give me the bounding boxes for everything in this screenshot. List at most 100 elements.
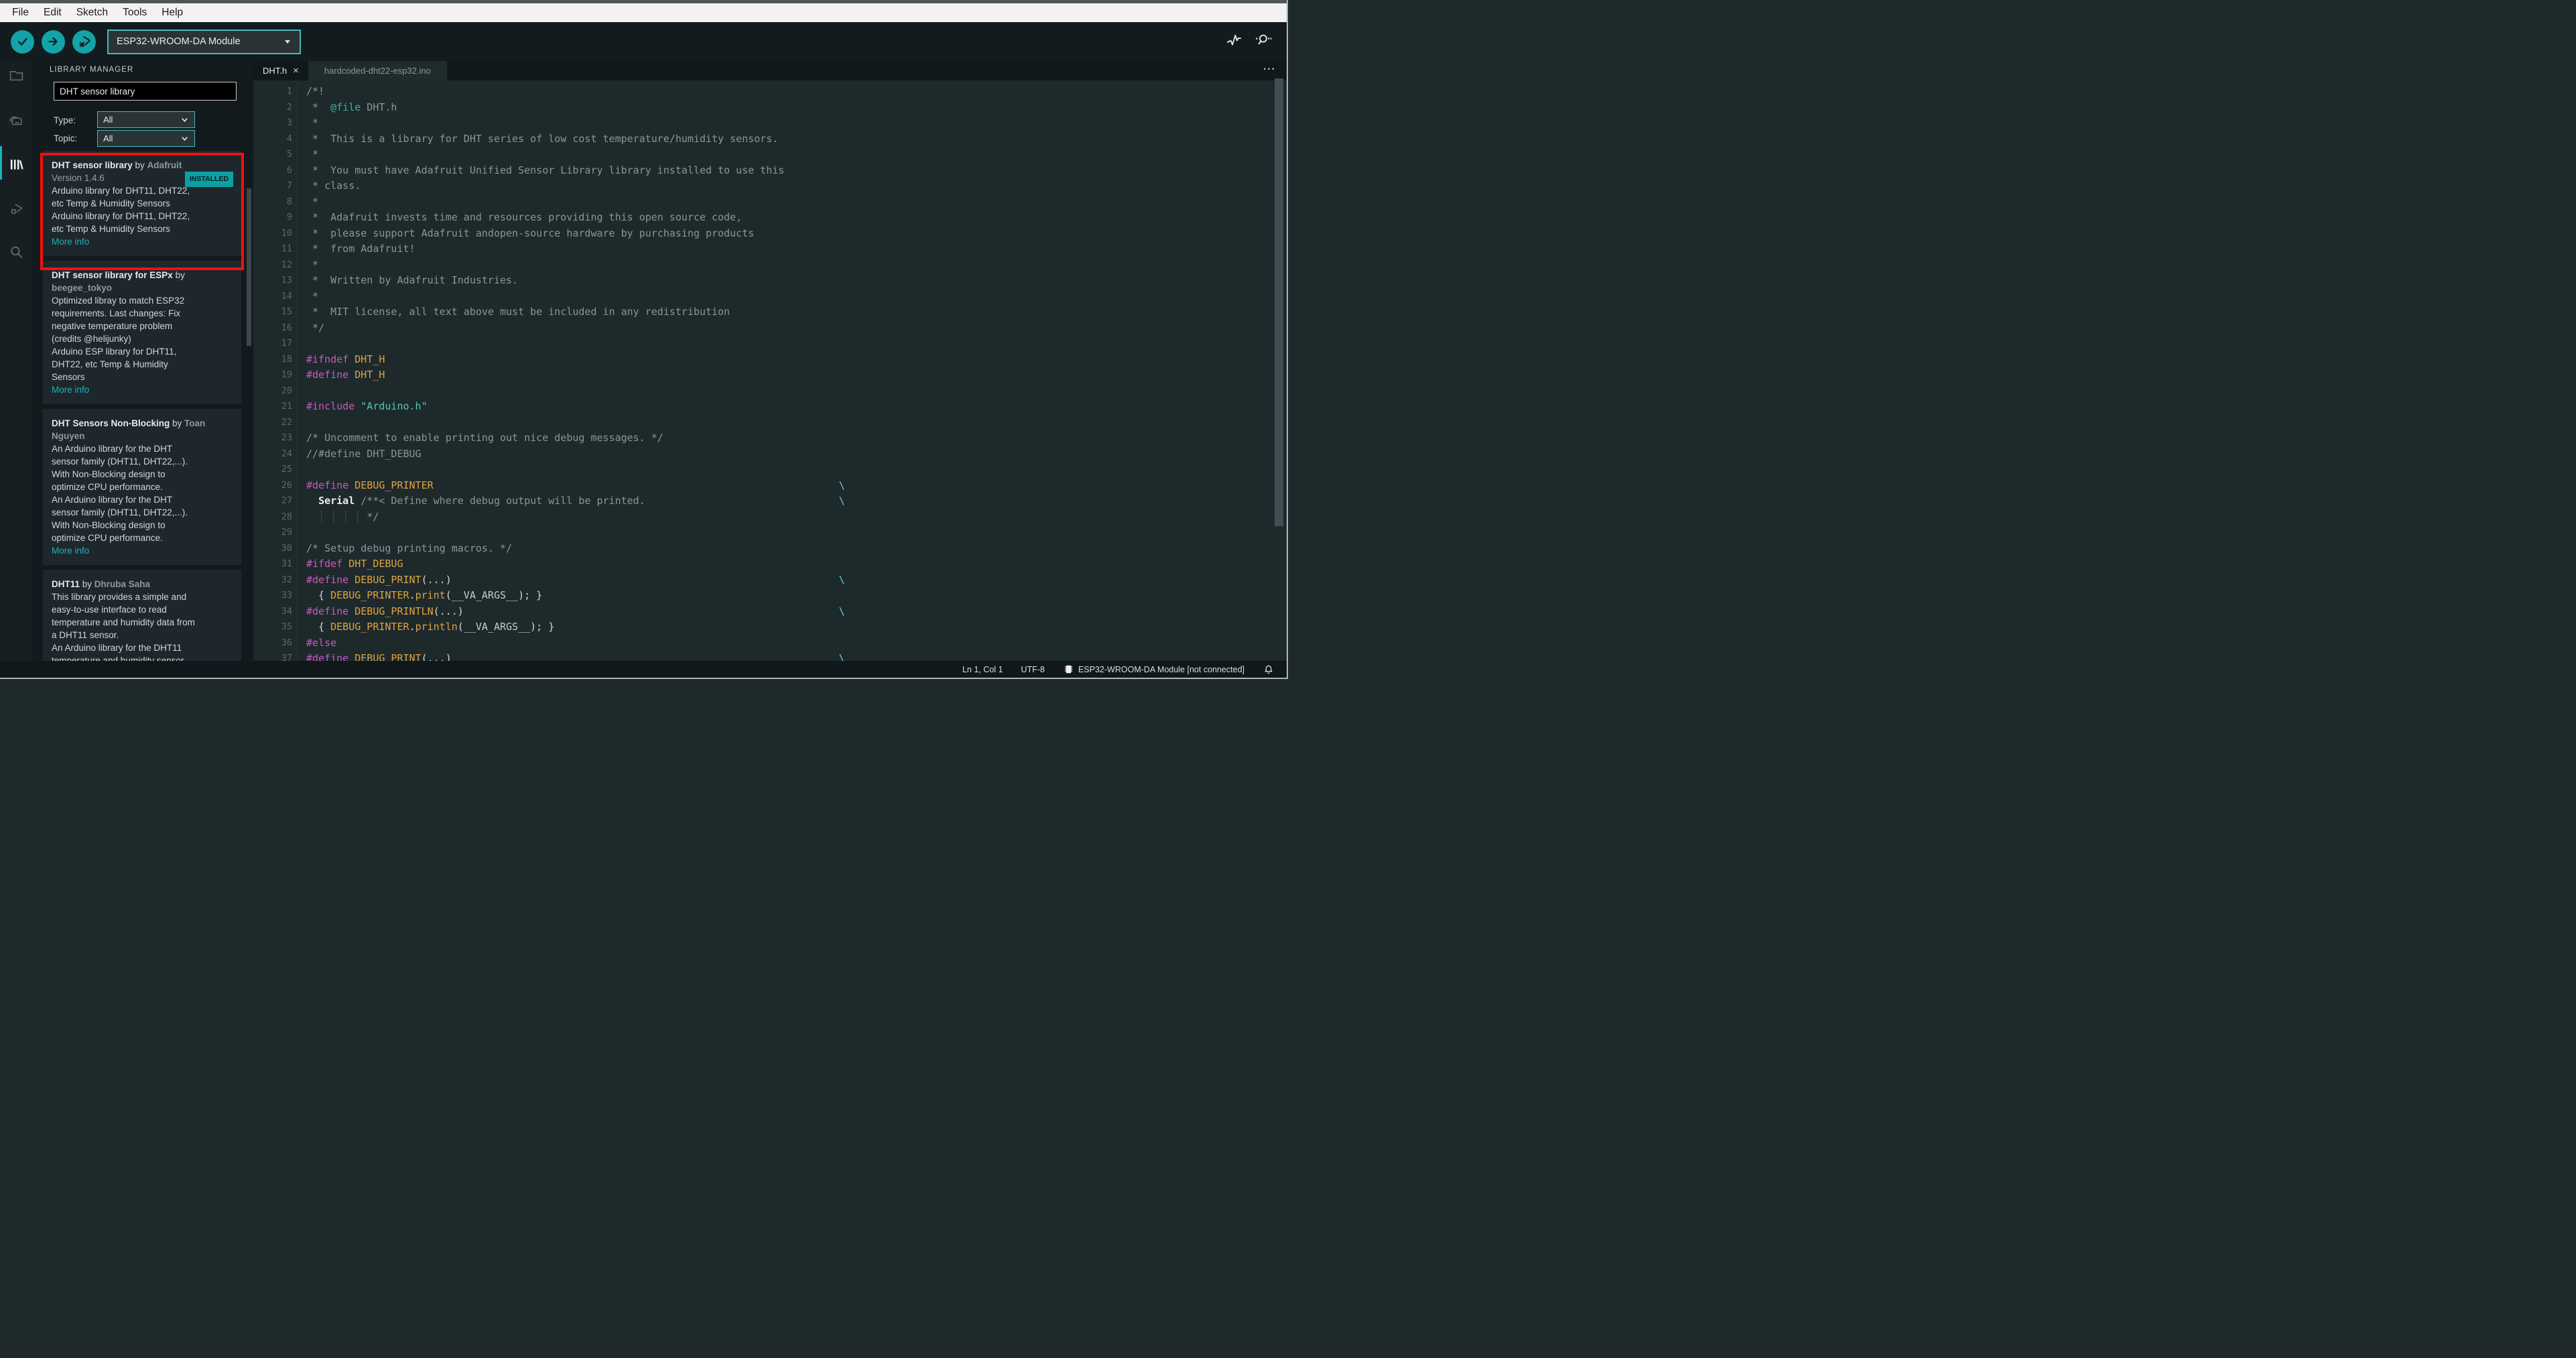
sidebar-item-boards-manager[interactable]	[0, 111, 32, 131]
code-line: 2 * @file DHT.h	[253, 99, 1287, 115]
line-number: 22	[281, 416, 292, 428]
code-line: 19 #define DHT_H	[253, 367, 1287, 383]
code-line: 35 { DEBUG_PRINTER.println(__VA_ARGS__);…	[253, 619, 1287, 635]
line-number: 4	[286, 133, 292, 144]
code-line-content: #define DEBUG_PRINT(...) \	[297, 651, 845, 661]
code-line-content: * from Adafruit!	[297, 241, 415, 257]
more-info-link[interactable]: More info	[52, 544, 233, 557]
library-results-list: DHT sensor library by Adafruit Version 1.…	[32, 151, 253, 661]
tab-overflow-menu[interactable]: ⋯	[1263, 62, 1276, 77]
line-number: 7	[286, 180, 292, 191]
line-number: 5	[286, 149, 292, 160]
code-line-content: #define DEBUG_PRINTER \	[297, 477, 845, 493]
line-number: 18	[281, 353, 292, 365]
library-description-line: With Non-Blocking design to	[52, 469, 166, 479]
code-line-content: *	[297, 257, 318, 273]
sidebar-item-sketchbook[interactable]	[0, 65, 32, 85]
line-number: 36	[281, 637, 292, 648]
serial-monitor-icon	[1254, 31, 1272, 49]
menu-item-tools[interactable]: Tools	[116, 7, 153, 19]
library-list-scrollbar[interactable]	[247, 188, 251, 346]
library-card[interactable]: DHT11 by Dhruba Saha This library provide…	[43, 570, 241, 661]
menu-bar: File Edit Sketch Tools Help	[0, 3, 1287, 22]
editor-tab-dht-h[interactable]: DHT.h ×	[253, 61, 308, 80]
code-line: 16 */	[253, 320, 1287, 336]
code-line: 17	[253, 336, 1287, 352]
tab-close-icon[interactable]: ×	[293, 65, 299, 76]
code-line-content	[297, 414, 306, 430]
line-number: 19	[281, 369, 292, 380]
arduino-ide-window: { "menubar": {"items": ["File", "Edit", …	[0, 0, 1288, 679]
editor-tab-hardcoded-dht22-esp32-ino[interactable]: hardcoded-dht22-esp32.ino	[308, 61, 447, 80]
menu-item-sketch[interactable]: Sketch	[70, 7, 115, 19]
code-line: 22	[253, 414, 1287, 430]
filter-select-topic[interactable]: All	[97, 130, 195, 147]
code-line-content: /* Uncomment to enable printing out nice…	[297, 430, 663, 446]
library-description-line: Arduino ESP library for DHT11,	[52, 347, 177, 357]
code-line: 33 { DEBUG_PRINTER.print(__VA_ARGS__); }	[253, 588, 1287, 604]
code-line-content: * @file DHT.h	[297, 99, 397, 115]
line-number: 26	[281, 479, 292, 491]
code-line-content: │ │ │ │ */	[297, 509, 379, 525]
code-line-content: *	[297, 115, 318, 131]
library-description-line: negative temperature problem	[52, 321, 173, 331]
library-description-line: a DHT11 sensor.	[52, 630, 119, 640]
code-line-content	[297, 336, 306, 352]
line-number: 34	[281, 605, 292, 617]
debug-button[interactable]	[72, 29, 96, 54]
menu-item-file[interactable]: File	[5, 7, 36, 19]
library-description-line: temperature and humidity sensor	[52, 656, 184, 661]
code-line: 27 Serial /**< Define where debug output…	[253, 493, 1287, 509]
sidebar-item-search[interactable]	[0, 242, 32, 262]
code-line: 26 #define DEBUG_PRINTER \	[253, 477, 1287, 493]
code-line-content: #define DEBUG_PRINT(...) \	[297, 572, 845, 588]
code-line: 12 *	[253, 257, 1287, 273]
serial-monitor-button[interactable]	[1254, 31, 1272, 52]
code-line: 7 * class.	[253, 178, 1287, 194]
code-line-content: Serial /**< Define where debug output wi…	[297, 493, 845, 509]
menu-item-help[interactable]: Help	[155, 7, 190, 19]
filter-select-type[interactable]: All	[97, 111, 195, 128]
code-line-content: *	[297, 147, 318, 163]
sidebar-item-debugger[interactable]	[0, 198, 32, 219]
code-line-content: * MIT license, all text above must be in…	[297, 304, 730, 320]
filter-value: All	[103, 115, 113, 125]
select-chevron-icon	[180, 115, 189, 124]
library-manager-panel: LIBRARY MANAGER Type: All Topic: All DHT se…	[32, 61, 253, 661]
editor-area: DHT.h × hardcoded-dht22-esp32.ino ⋯ 1/*! 2 *…	[253, 61, 1287, 661]
code-line-content: { DEBUG_PRINTER.println(__VA_ARGS__); }	[297, 619, 554, 635]
line-number: 16	[281, 322, 292, 333]
upload-button[interactable]	[42, 29, 65, 54]
line-number: 33	[281, 590, 292, 601]
serial-plotter-icon	[1225, 31, 1243, 49]
editor-scrollbar[interactable]	[1275, 78, 1283, 526]
library-card-title: DHT11 by Dhruba Saha	[52, 579, 151, 589]
library-card[interactable]: DHT sensor library for ESPx by beegee_to…	[43, 261, 241, 404]
board-status[interactable]: ESP32-WROOM-DA Module [not connected]	[1063, 664, 1244, 675]
code-line-content: * You must have Adafruit Unified Sensor …	[297, 162, 784, 178]
code-line-content: *	[297, 288, 318, 304]
code-line: 25	[253, 462, 1287, 478]
menu-item-edit[interactable]: Edit	[37, 7, 68, 19]
sidebar-item-library-manager[interactable]	[0, 154, 32, 174]
verify-button[interactable]	[11, 29, 34, 54]
library-description-line: (credits @helijunky)	[52, 334, 131, 344]
library-search-input[interactable]	[54, 82, 237, 101]
line-number: 21	[281, 401, 292, 412]
library-card[interactable]: DHT Sensors Non-Blocking by Toan Nguyen A…	[43, 409, 241, 565]
line-number: 27	[281, 495, 292, 506]
boards-manager-icon	[8, 113, 25, 129]
serial-plotter-button[interactable]	[1225, 31, 1243, 52]
code-line-content: * please support Adafruit andopen-source…	[297, 225, 754, 241]
board-selector-dropdown[interactable]: ESP32-WROOM-DA Module	[107, 29, 301, 54]
code-editor[interactable]: 1/*! 2 * @file DHT.h 3 * 4 * This is a libr…	[253, 80, 1287, 661]
editor-tab-bar: DHT.h × hardcoded-dht22-esp32.ino ⋯	[253, 61, 1287, 80]
verify-icon	[15, 34, 30, 49]
code-line-content: /* Setup debug printing macros. */	[297, 540, 512, 556]
line-number: 31	[281, 558, 292, 569]
notification-bell-icon[interactable]	[1263, 664, 1275, 676]
code-line: 13 * Written by Adafruit Industries.	[253, 273, 1287, 289]
code-line: 20	[253, 383, 1287, 399]
code-line-content: #define DHT_H	[297, 367, 385, 383]
more-info-link[interactable]: More info	[52, 383, 233, 396]
